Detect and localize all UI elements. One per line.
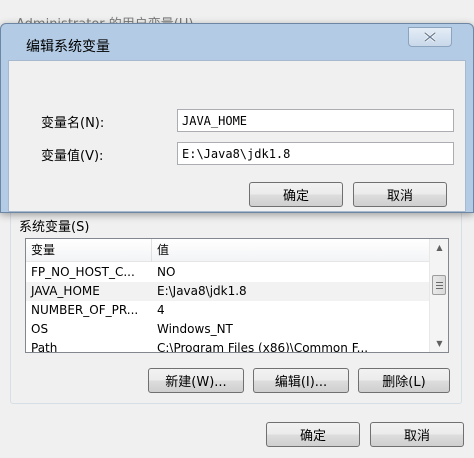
- table-row[interactable]: FP_NO_HOST_C... NO: [26, 263, 429, 282]
- table-row[interactable]: Path C:\Program Files (x86)\Common F...: [26, 339, 429, 353]
- table-row[interactable]: NUMBER_OF_PR... 4: [26, 301, 429, 320]
- scroll-down-icon[interactable]: ▼: [431, 335, 448, 352]
- variable-value-input[interactable]: [177, 142, 454, 165]
- variable-name-input[interactable]: [177, 109, 454, 132]
- row-value: Windows_NT: [157, 322, 233, 336]
- main-cancel-button[interactable]: 取消: [370, 422, 464, 447]
- scroll-up-icon[interactable]: ▲: [431, 239, 448, 256]
- dialog-cancel-button[interactable]: 取消: [353, 182, 447, 207]
- edit-variable-button[interactable]: 编辑(I)...: [253, 368, 349, 393]
- column-header-variable[interactable]: 变量: [26, 239, 152, 262]
- dialog-client-area: 变量名(N): 变量值(V): 确定 取消: [8, 60, 466, 212]
- dialog-title: 编辑系统变量: [26, 39, 110, 55]
- column-header-value[interactable]: 值: [152, 239, 429, 262]
- row-variable: JAVA_HOME: [31, 284, 100, 298]
- dialog-ok-button[interactable]: 确定: [249, 182, 343, 207]
- edit-variable-dialog: 编辑系统变量 变量名(N): 变量值(V): 确定 取消: [0, 23, 474, 213]
- system-vars-label: 系统变量(S): [19, 220, 90, 235]
- variable-name-label: 变量名(N):: [41, 116, 105, 131]
- table-row[interactable]: OS Windows_NT: [26, 320, 429, 339]
- row-variable: Path: [31, 341, 58, 353]
- row-value: NO: [157, 265, 176, 279]
- row-variable: FP_NO_HOST_C...: [31, 265, 135, 279]
- list-rows: FP_NO_HOST_C... NO JAVA_HOME E:\Java8\jd…: [26, 263, 429, 353]
- close-button[interactable]: [408, 27, 452, 47]
- row-value: C:\Program Files (x86)\Common F...: [157, 341, 369, 353]
- list-scrollbar[interactable]: ▲ ▼: [429, 239, 448, 352]
- scroll-thumb[interactable]: [432, 275, 446, 295]
- variable-value-label: 变量值(V):: [41, 149, 104, 164]
- row-variable: NUMBER_OF_PR...: [31, 303, 139, 317]
- main-ok-button[interactable]: 确定: [266, 422, 360, 447]
- close-icon: [424, 32, 436, 42]
- table-row-selected[interactable]: JAVA_HOME E:\Java8\jdk1.8: [26, 282, 429, 301]
- system-vars-list[interactable]: 变量 值 FP_NO_HOST_C... NO JAVA_HOME E:\Jav…: [25, 238, 449, 353]
- list-header: 变量 值: [26, 239, 429, 262]
- delete-variable-button[interactable]: 删除(L): [358, 368, 450, 393]
- row-value: 4: [157, 303, 165, 317]
- row-variable: OS: [31, 322, 49, 336]
- row-value: E:\Java8\jdk1.8: [157, 284, 247, 298]
- new-variable-button[interactable]: 新建(W)...: [148, 368, 244, 393]
